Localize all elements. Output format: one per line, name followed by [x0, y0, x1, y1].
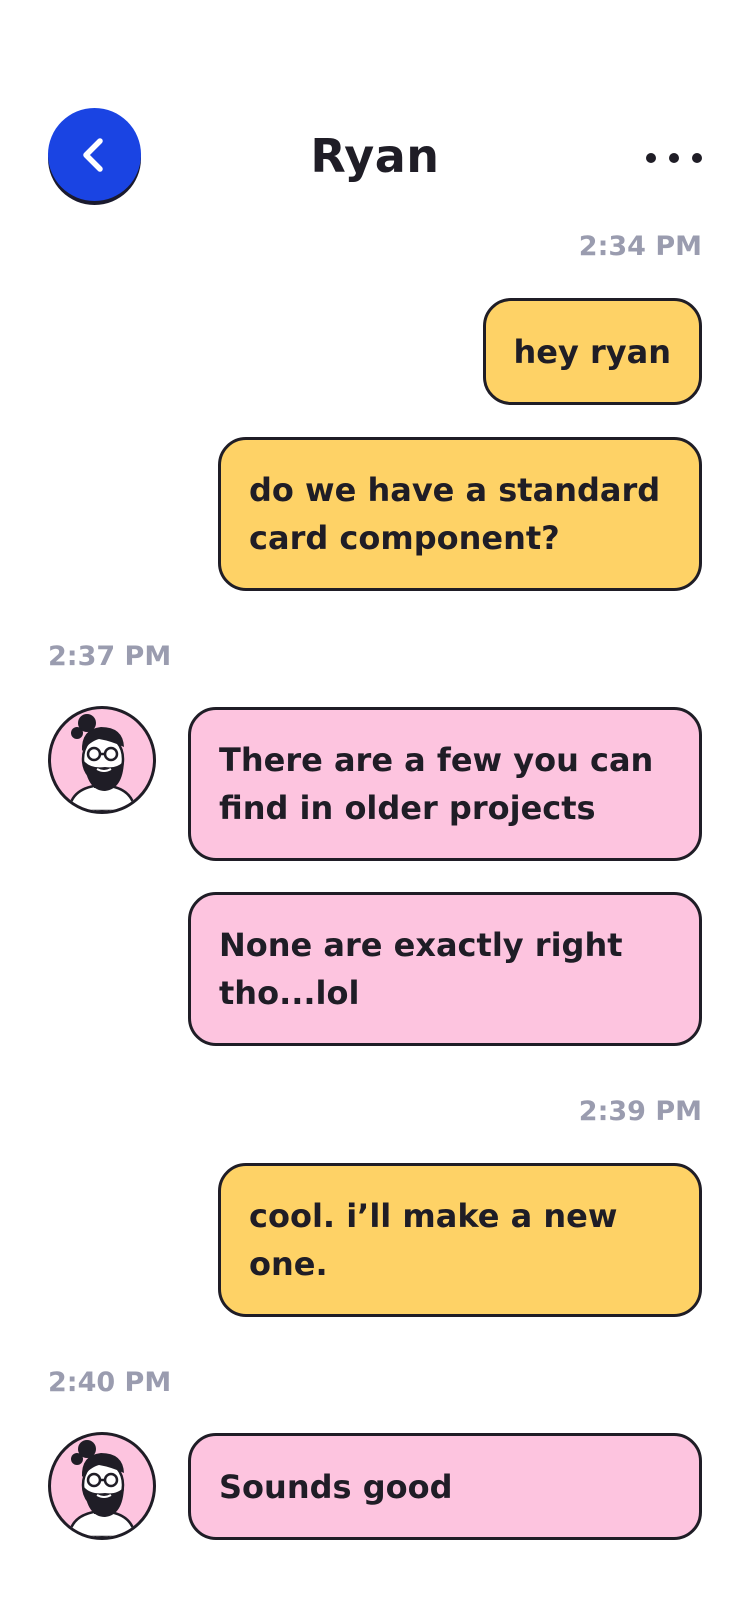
message-timestamp: 2:40 PM [48, 1367, 172, 1398]
incoming-message-bubble[interactable]: Sounds good [188, 1433, 702, 1540]
outgoing-message-bubble[interactable]: cool. i’ll make a new one. [218, 1163, 702, 1317]
more-dot [669, 153, 679, 163]
incoming-message-bubble[interactable]: There are a few you can find in older pr… [188, 707, 702, 861]
more-options-button[interactable] [646, 138, 702, 178]
avatar[interactable] [48, 706, 156, 814]
outgoing-message-bubble[interactable]: do we have a standard card component? [218, 437, 702, 591]
avatar[interactable] [48, 1432, 156, 1540]
more-horizontal-icon [646, 153, 656, 163]
chat-header: Ryan [0, 0, 750, 210]
message-timestamp: 2:37 PM [48, 641, 172, 672]
incoming-message-bubble[interactable]: None are exactly right tho...lol [188, 892, 702, 1046]
message-timestamp: 2:39 PM [578, 1096, 702, 1127]
page-title: Ryan [310, 129, 440, 183]
message-timestamp: 2:34 PM [578, 231, 702, 262]
more-dot [692, 153, 702, 163]
outgoing-message-bubble[interactable]: hey ryan [482, 298, 702, 405]
